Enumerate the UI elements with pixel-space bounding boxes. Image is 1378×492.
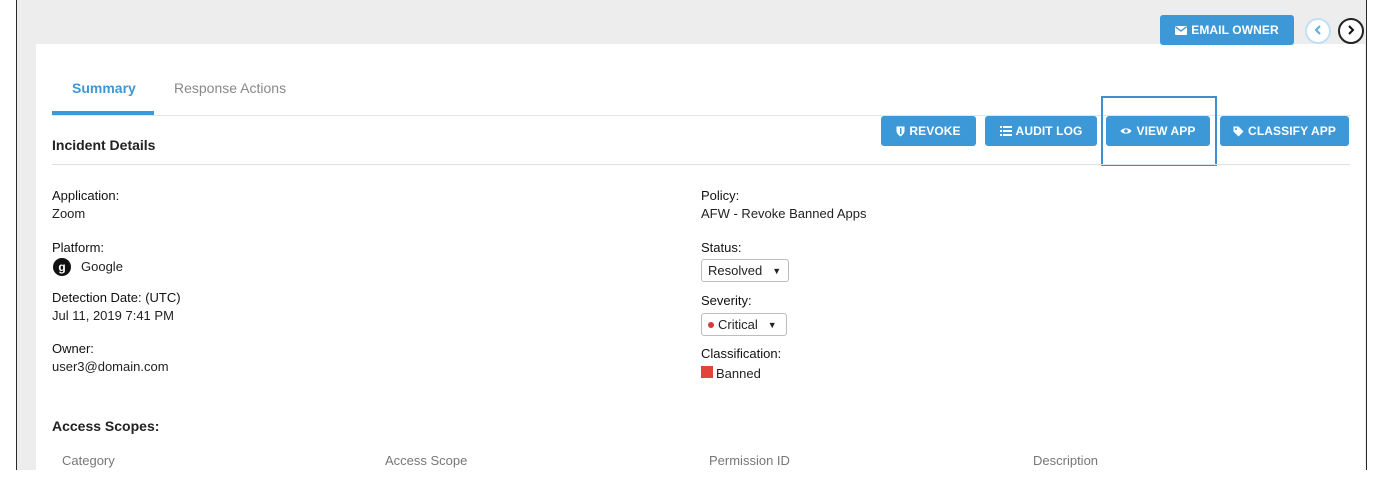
audit-log-button[interactable]: AUDIT LOG bbox=[985, 116, 1097, 146]
owner-value: user3@domain.com bbox=[52, 359, 169, 374]
section-title-access-scopes: Access Scopes: bbox=[52, 418, 160, 434]
list-icon bbox=[999, 126, 1012, 136]
column-header-access-scope: Access Scope bbox=[385, 453, 468, 468]
shield-icon bbox=[896, 126, 905, 137]
platform-value: Google bbox=[81, 259, 123, 274]
envelope-icon bbox=[1175, 25, 1188, 35]
audit-log-label: AUDIT LOG bbox=[1015, 124, 1083, 138]
status-label: Status: bbox=[701, 240, 742, 255]
google-icon-letter: g bbox=[58, 260, 66, 274]
caret-down-icon: ▼ bbox=[767, 319, 777, 330]
view-app-label: VIEW APP bbox=[1136, 124, 1196, 138]
tab-response-actions[interactable]: Response Actions bbox=[174, 80, 286, 96]
caret-down-icon: ▼ bbox=[772, 265, 782, 276]
status-select[interactable]: Resolved ▼ bbox=[701, 259, 789, 282]
owner-label: Owner: bbox=[52, 341, 94, 356]
detection-date-label: Detection Date: (UTC) bbox=[52, 290, 181, 305]
next-button[interactable] bbox=[1338, 18, 1364, 44]
classify-app-button[interactable]: CLASSIFY APP bbox=[1220, 116, 1349, 146]
tag-icon bbox=[1233, 126, 1244, 137]
status-select-value: Resolved bbox=[708, 263, 763, 278]
detection-date-value: Jul 11, 2019 7:41 PM bbox=[52, 308, 174, 323]
chevron-right-icon bbox=[1347, 22, 1355, 40]
policy-label: Policy: bbox=[701, 188, 740, 203]
platform-label: Platform: bbox=[52, 240, 105, 255]
column-header-permission-id: Permission ID bbox=[709, 453, 790, 468]
severity-select[interactable]: Critical ▼ bbox=[701, 313, 787, 336]
application-value: Zoom bbox=[52, 206, 86, 221]
column-header-description: Description bbox=[1033, 453, 1099, 468]
classification-value: Banned bbox=[716, 366, 761, 381]
classification-label: Classification: bbox=[701, 346, 782, 361]
severity-label: Severity: bbox=[701, 293, 752, 308]
revoke-button[interactable]: REVOKE bbox=[881, 116, 976, 146]
critical-dot-icon bbox=[708, 321, 714, 328]
email-owner-label: EMAIL OWNER bbox=[1191, 23, 1279, 37]
tab-summary[interactable]: Summary bbox=[72, 80, 136, 96]
google-icon: g bbox=[53, 258, 71, 276]
revoke-label: REVOKE bbox=[909, 124, 961, 138]
chevron-left-icon bbox=[1314, 22, 1322, 40]
classify-app-label: CLASSIFY APP bbox=[1248, 124, 1336, 138]
severity-select-value: Critical bbox=[718, 317, 758, 332]
policy-value: AFW - Revoke Banned Apps bbox=[701, 206, 867, 221]
eye-icon bbox=[1120, 127, 1132, 135]
banned-swatch-icon bbox=[701, 366, 713, 378]
section-title-incident-details: Incident Details bbox=[52, 137, 156, 153]
application-label: Application: bbox=[52, 188, 120, 203]
previous-button[interactable] bbox=[1305, 18, 1331, 44]
view-app-button[interactable]: VIEW APP bbox=[1106, 116, 1210, 146]
section-divider bbox=[52, 164, 1350, 165]
column-header-category: Category bbox=[62, 453, 115, 468]
email-owner-button[interactable]: EMAIL OWNER bbox=[1160, 15, 1294, 45]
